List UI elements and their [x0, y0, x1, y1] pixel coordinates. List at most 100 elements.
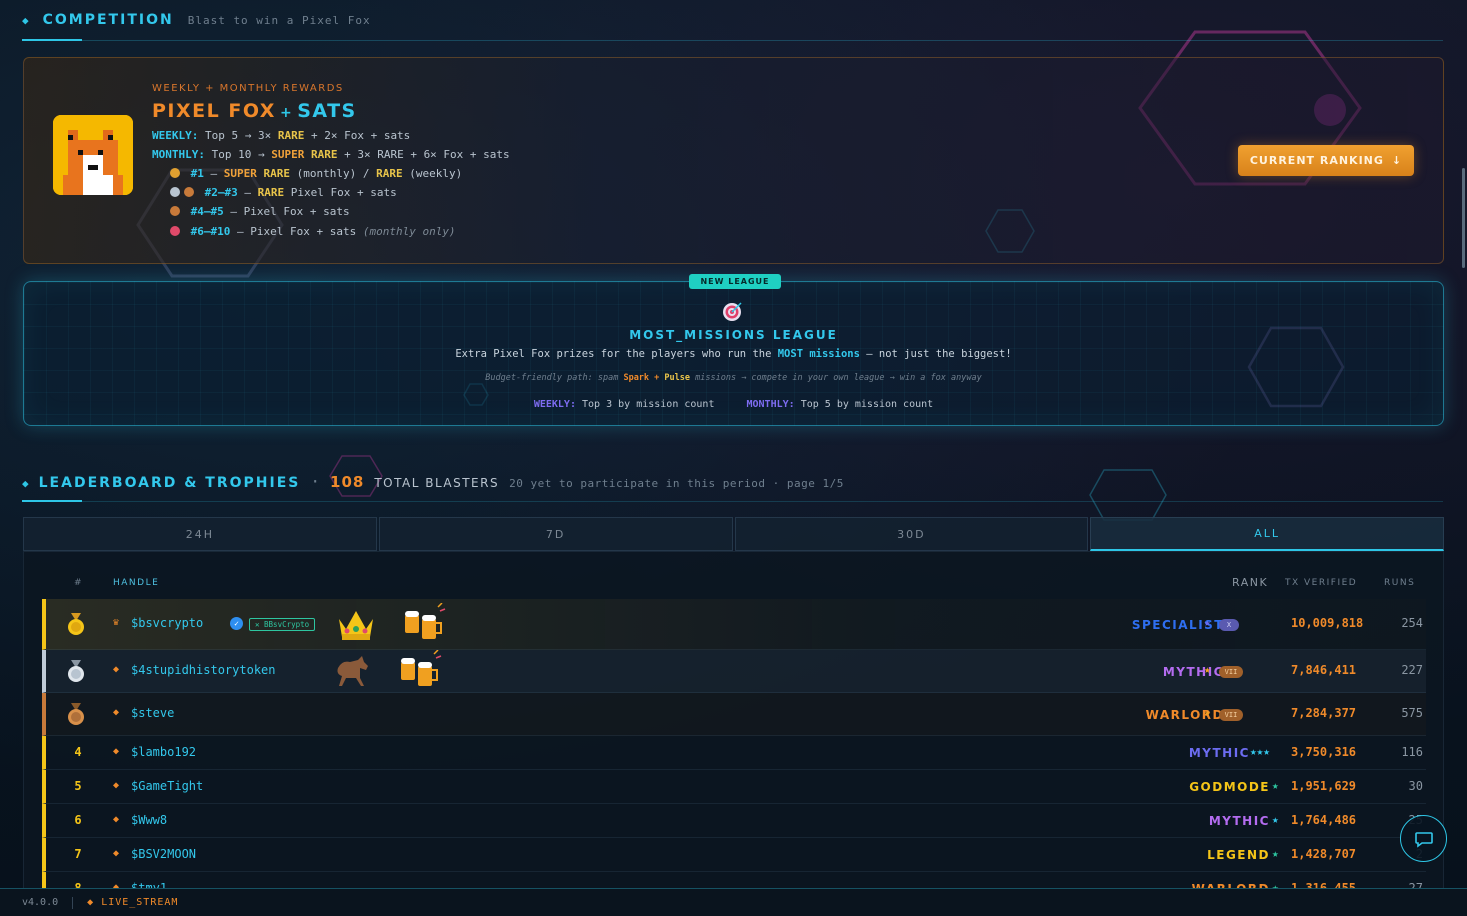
total-count: 108 — [330, 473, 365, 491]
beer-mugs-icon — [405, 603, 446, 639]
arrow-down-icon: ↓ — [1391, 154, 1403, 167]
weekly-text: Top 3 by mission count — [582, 399, 715, 410]
monthly-text: Top 10 → — [211, 148, 265, 161]
runs-count: 254 — [1401, 616, 1423, 630]
tx-verified: 3,750,316 — [1291, 745, 1357, 759]
level-badge: X — [1219, 619, 1239, 631]
tier-rank: #2–#3 — [204, 186, 238, 199]
chat-icon — [1414, 831, 1433, 848]
dash: — — [244, 186, 251, 199]
desc-text: Extra Pixel Fox prizes for the players w… — [455, 348, 772, 360]
hint-text-end: missions → compete in your own league → … — [695, 373, 982, 383]
row-position: 5 — [74, 779, 82, 793]
silver-medal-icon — [170, 187, 180, 197]
rewards-eyebrow: WEEKLY + MONTHLY REWARDS — [152, 83, 344, 94]
player-handle[interactable]: $4stupidhistorytoken — [131, 663, 276, 677]
diamond-icon: ◆ — [87, 897, 95, 908]
hint-plus: + — [654, 373, 660, 383]
bronze-medal-icon — [68, 703, 84, 725]
star-icon: ★★★ — [1250, 745, 1270, 758]
tab-30d[interactable]: 30D — [734, 517, 1089, 551]
scrollbar[interactable] — [1462, 168, 1465, 268]
x-handle-badge[interactable]: ✕ BBsvCrypto — [249, 618, 316, 631]
row-position: 7 — [74, 847, 82, 861]
league-hint: Budget-friendly path: spam Spark + Pulse… — [24, 373, 1443, 383]
target-icon — [170, 226, 180, 236]
tab-24h[interactable]: 24H — [23, 517, 377, 551]
rank-tier: MYTHIC — [1162, 665, 1224, 679]
table-row[interactable]: ◆ $4stupidhistorytoken MYTHIC ★ VII 7,84… — [42, 650, 1426, 693]
status-bar: v4.0.0 ◆ LIVE_STREAM — [0, 888, 1467, 916]
table-row[interactable]: ◆ $steve WARLORD ★ VII 7,284,377 575 — [42, 693, 1426, 736]
star-icon: ★ — [1204, 706, 1211, 719]
monthly-rule: MONTHLY: Top 10 → SUPER RARE + 3× RARE +… — [152, 148, 510, 161]
button-label: CURRENT RANKING — [1249, 154, 1384, 167]
weekly-text-end: + 2× Fox + sats — [310, 129, 411, 142]
tier-2-line: #2–#3 — RARE Pixel Fox + sats — [170, 186, 397, 199]
tx-verified: 10,009,818 — [1291, 616, 1364, 630]
table-row[interactable]: 4 ◆ $lambo192 MYTHIC ★★★ 3,750,316 116 — [42, 736, 1426, 770]
tx-verified: 1,764,486 — [1291, 813, 1357, 827]
version-label: v4.0.0 — [22, 897, 59, 908]
player-handle[interactable]: $bsvcrypto — [131, 616, 203, 630]
divider — [22, 500, 1443, 502]
tx-verified: 1,428,707 — [1291, 847, 1357, 861]
tab-all[interactable]: ALL — [1090, 517, 1444, 551]
star-icon: ★ — [1272, 813, 1279, 826]
rare-tag: RARE — [257, 186, 285, 199]
table-row[interactable]: 6 ◆ $Www8 MYTHIC ★ 1,764,486 25 — [42, 804, 1426, 838]
level-badge: VII — [1219, 666, 1243, 678]
silver-medal-icon — [68, 660, 84, 682]
tab-7d[interactable]: 7D — [378, 517, 733, 551]
monthly-label: MONTHLY: — [746, 399, 795, 410]
tier-text: (weekly) — [409, 167, 463, 180]
tier-text: — Pixel Fox + sats — [230, 205, 350, 218]
player-handle[interactable]: $steve — [131, 706, 174, 720]
diamond-icon: ◆ — [113, 848, 120, 859]
title-sats: SATS — [297, 100, 357, 122]
weekly-label: WEEKLY: — [152, 129, 199, 142]
pulse-tag: Pulse — [664, 373, 691, 383]
player-handle[interactable]: $Www8 — [131, 813, 167, 827]
rank-tier: MYTHIC — [1188, 746, 1250, 760]
diamond-icon: ◆ — [113, 664, 120, 675]
title-plus: + — [279, 105, 294, 121]
table-row[interactable]: 5 ◆ $GameTight GODMODE ★ 1,951,629 30 — [42, 770, 1426, 804]
current-ranking-button[interactable]: CURRENT RANKING ↓ — [1238, 145, 1414, 176]
beer-mugs-icon — [401, 650, 442, 686]
weekly-rule: WEEKLY: Top 5 → 3× RARE + 2× Fox + sats — [152, 129, 410, 142]
tier-text: Pixel Fox + sats — [290, 186, 397, 199]
new-league-card: NEW LEAGUE MOST_MISSIONS LEAGUE Extra Pi… — [23, 274, 1444, 426]
tier-3-line: #4–#5 — Pixel Fox + sats — [170, 205, 350, 218]
divider — [72, 896, 74, 909]
tier-rank: #4–#5 — [190, 205, 224, 218]
gold-medal-icon — [68, 613, 84, 635]
player-handle[interactable]: $GameTight — [131, 779, 203, 793]
rare-tag: RARE — [310, 148, 338, 161]
rare-tag: RARE — [376, 167, 403, 180]
bronze-medal-icon — [170, 206, 180, 216]
diamond-icon: ◆ — [113, 707, 120, 718]
tier-4-line: #6–#10 — Pixel Fox + sats (monthly only) — [170, 225, 456, 238]
separator: · — [310, 472, 321, 491]
live-stream-link[interactable]: ◆ LIVE_STREAM — [87, 897, 178, 908]
horse-icon — [337, 656, 368, 686]
gold-medal-icon — [170, 168, 180, 178]
dash: — — [210, 167, 218, 180]
table-row[interactable]: ♛ $bsvcrypto ✓ ✕ BBsvCrypto SPECIALIST ★… — [42, 599, 1426, 650]
runs-count: 116 — [1401, 745, 1423, 759]
tier-text: — Pixel Fox + sats — [237, 225, 357, 238]
player-handle[interactable]: $BSV2MOON — [131, 847, 196, 861]
tier-note: (monthly only) — [362, 225, 456, 238]
competition-header: ◆ COMPETITION Blast to win a Pixel Fox — [22, 12, 371, 28]
player-handle[interactable]: $lambo192 — [131, 745, 196, 759]
runs-count: 575 — [1401, 706, 1423, 720]
col-header-rank: RANK — [1232, 576, 1269, 589]
chat-button[interactable] — [1400, 815, 1447, 862]
league-counts: WEEKLY: Top 3 by mission count MONTHLY: … — [24, 399, 1443, 410]
star-icon: ★ — [1204, 616, 1211, 629]
weekly-label: WEEKLY: — [533, 399, 576, 410]
col-header-num: # — [74, 578, 84, 588]
rank-tier: GODMODE — [1189, 780, 1270, 794]
table-row[interactable]: 7 ◆ $BSV2MOON LEGEND ★ 1,428,707 2 — [42, 838, 1426, 872]
